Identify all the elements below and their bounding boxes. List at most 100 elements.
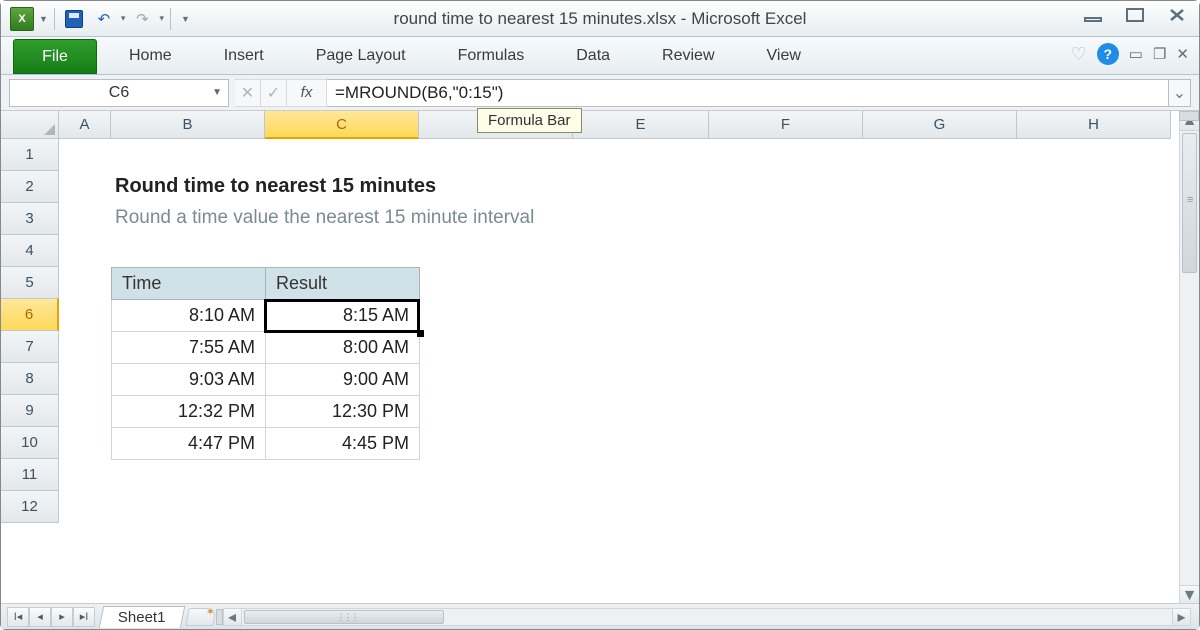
cell-result[interactable]: 12:30 PM: [266, 396, 420, 428]
cell-time[interactable]: 12:32 PM: [112, 396, 266, 428]
cell-time[interactable]: 8:10 AM: [112, 300, 266, 332]
sheet-nav-next[interactable]: ▸: [51, 607, 73, 627]
save-icon: [65, 10, 83, 28]
row-header-7[interactable]: 7: [1, 331, 59, 363]
name-box[interactable]: C6 ▼: [9, 79, 229, 107]
formula-bar: C6 ▼ ✕ ✓ fx =MROUND(B6,"0:15") Formula B…: [1, 75, 1199, 111]
sheet-tab-bar: I◂ ◂ ▸ ▸I Sheet1 ◂ ▸: [1, 603, 1199, 629]
tab-data[interactable]: Data: [550, 37, 636, 74]
enter-formula-button[interactable]: ✓: [261, 79, 287, 107]
row-header-11[interactable]: 11: [1, 459, 59, 491]
table-row: 7:55 AM8:00 AM: [112, 332, 420, 364]
column-headers: ABCDEFGH: [59, 111, 1179, 139]
row-header-2[interactable]: 2: [1, 171, 59, 203]
new-sheet-button[interactable]: [185, 608, 217, 626]
row-header-6[interactable]: 6: [1, 299, 59, 331]
excel-app-icon[interactable]: [9, 6, 35, 32]
row-header-10[interactable]: 10: [1, 427, 59, 459]
doc-restore-button[interactable]: ❐: [1153, 45, 1166, 63]
separator: [170, 8, 171, 30]
sheet-tab-sheet1[interactable]: Sheet1: [99, 606, 185, 628]
col-header-G[interactable]: G: [863, 111, 1017, 139]
help-button[interactable]: ?: [1097, 43, 1119, 65]
tab-review[interactable]: Review: [636, 37, 740, 74]
minimize-ribbon-icon[interactable]: ♡: [1071, 44, 1087, 65]
row-header-1[interactable]: 1: [1, 139, 59, 171]
row-header-5[interactable]: 5: [1, 267, 59, 299]
expand-formula-bar-button[interactable]: ⌄: [1169, 79, 1191, 107]
cell-time[interactable]: 7:55 AM: [112, 332, 266, 364]
cell-time[interactable]: 4:47 PM: [112, 428, 266, 460]
col-header-result[interactable]: Result: [266, 268, 420, 300]
app-menu-dropdown-icon[interactable]: ▼: [39, 14, 48, 24]
maximize-button[interactable]: [1123, 5, 1147, 25]
sheet-nav-last[interactable]: ▸I: [73, 607, 95, 627]
undo-dropdown-icon[interactable]: ▾: [121, 13, 126, 24]
quick-access-toolbar: ▼ ↶ ▾ ↷ ▾ ▼: [1, 6, 190, 32]
doc-close-button[interactable]: ✕: [1176, 45, 1189, 63]
tab-split-handle[interactable]: [216, 609, 223, 625]
sheet-nav-buttons: I◂ ◂ ▸ ▸I: [7, 607, 95, 627]
horizontal-split-handle[interactable]: [1179, 111, 1199, 121]
redo-dropdown-icon[interactable]: ▾: [159, 13, 164, 24]
row-header-8[interactable]: 8: [1, 363, 59, 395]
col-header-A[interactable]: A: [59, 111, 111, 139]
tab-formulas[interactable]: Formulas: [432, 37, 551, 74]
col-header-F[interactable]: F: [709, 111, 863, 139]
cell-result[interactable]: 8:15 AM: [266, 300, 420, 332]
col-header-C[interactable]: C: [265, 111, 419, 139]
undo-icon: ↶: [98, 10, 111, 28]
formula-input[interactable]: =MROUND(B6,"0:15") Formula Bar: [327, 79, 1169, 107]
col-header-B[interactable]: B: [111, 111, 265, 139]
customize-qat-dropdown-icon[interactable]: ▼: [181, 14, 190, 24]
close-button[interactable]: [1165, 5, 1189, 25]
insert-function-button[interactable]: fx: [287, 79, 327, 107]
scroll-down-button[interactable]: ▼: [1180, 585, 1199, 605]
redo-button[interactable]: ↷: [129, 6, 155, 32]
minimize-button[interactable]: [1081, 5, 1105, 25]
fill-handle[interactable]: [417, 330, 424, 337]
title-bar: ▼ ↶ ▾ ↷ ▾ ▼ round time to nearest 15 min…: [1, 1, 1199, 37]
cell-time[interactable]: 9:03 AM: [112, 364, 266, 396]
sheet-tab-label: Sheet1: [118, 609, 166, 626]
col-header-E[interactable]: E: [573, 111, 709, 139]
tab-home[interactable]: Home: [103, 37, 198, 74]
col-header-H[interactable]: H: [1017, 111, 1171, 139]
row-header-12[interactable]: 12: [1, 491, 59, 523]
horizontal-scroll-thumb[interactable]: [244, 610, 444, 624]
tab-page-layout[interactable]: Page Layout: [290, 37, 432, 74]
sheet-title: Round time to nearest 15 minutes: [115, 175, 436, 198]
tab-view[interactable]: View: [741, 37, 827, 74]
row-header-9[interactable]: 9: [1, 395, 59, 427]
sheet-nav-prev[interactable]: ◂: [29, 607, 51, 627]
name-box-value: C6: [109, 84, 129, 102]
horizontal-scrollbar[interactable]: ◂ ▸: [223, 608, 1191, 626]
save-button[interactable]: [61, 6, 87, 32]
row-header-3[interactable]: 3: [1, 203, 59, 235]
doc-minimize-button[interactable]: ▭: [1129, 45, 1143, 63]
data-table: Time Result 8:10 AM8:15 AM 7:55 AM8:00 A…: [111, 267, 420, 460]
undo-button[interactable]: ↶: [91, 6, 117, 32]
redo-icon: ↷: [136, 10, 149, 28]
col-header-time[interactable]: Time: [112, 268, 266, 300]
formula-text: =MROUND(B6,"0:15"): [335, 83, 503, 103]
select-all-corner[interactable]: [1, 111, 59, 139]
row-header-4[interactable]: 4: [1, 235, 59, 267]
window-controls: [1081, 5, 1189, 25]
tab-insert[interactable]: Insert: [198, 37, 290, 74]
cell-result[interactable]: 8:00 AM: [266, 332, 420, 364]
cell-result[interactable]: 4:45 PM: [266, 428, 420, 460]
scroll-right-button[interactable]: ▸: [1172, 609, 1190, 625]
name-box-dropdown-icon[interactable]: ▼: [212, 87, 222, 98]
scroll-left-button[interactable]: ◂: [224, 609, 242, 625]
cell-result[interactable]: 9:00 AM: [266, 364, 420, 396]
file-tab[interactable]: File: [13, 39, 97, 74]
sheet-nav-first[interactable]: I◂: [7, 607, 29, 627]
vertical-scrollbar[interactable]: ▲ ▼: [1179, 111, 1199, 605]
worksheet-grid: ABCDEFGH 123456789101112 Round time to n…: [1, 111, 1199, 605]
table-row: 12:32 PM12:30 PM: [112, 396, 420, 428]
cancel-formula-button[interactable]: ✕: [235, 79, 261, 107]
table-row: 9:03 AM9:00 AM: [112, 364, 420, 396]
cells-area[interactable]: Round time to nearest 15 minutes Round a…: [59, 139, 1179, 605]
vertical-scroll-thumb[interactable]: [1182, 133, 1197, 273]
